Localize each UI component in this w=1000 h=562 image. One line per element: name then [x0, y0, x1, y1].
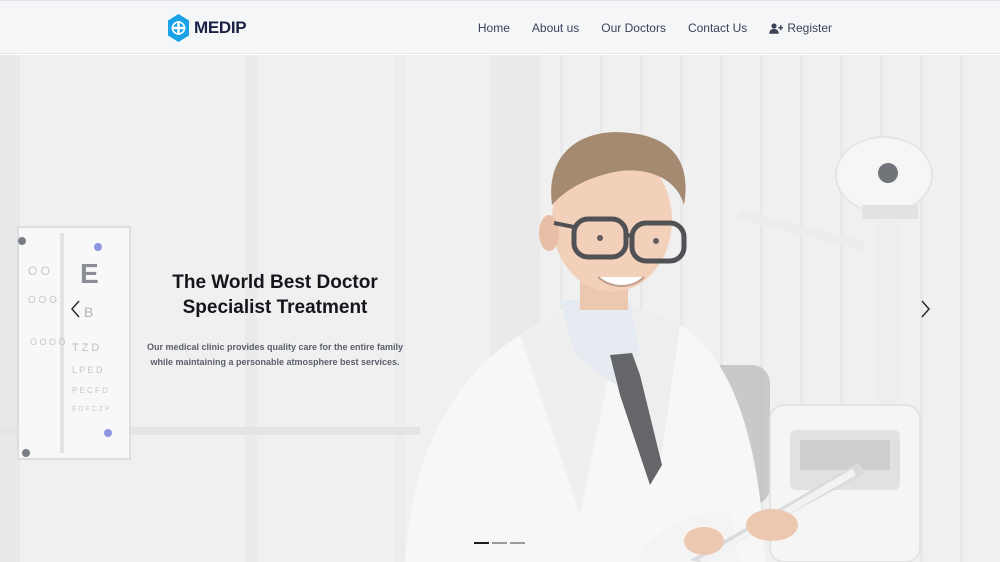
user-plus-icon — [769, 22, 784, 34]
carousel-indicator-3[interactable] — [510, 542, 525, 544]
brand-name: MEDIP — [194, 18, 247, 37]
hero-title-line-1: The World Best Doctor — [172, 272, 378, 293]
hero-caption: The World Best Doctor Specialist Treatme… — [140, 270, 410, 370]
medical-cross-hexagon-icon — [168, 14, 189, 42]
nav-our-doctors[interactable]: Our Doctors — [601, 21, 666, 35]
hero-title-line-2: Specialist Treatment — [182, 297, 368, 318]
chevron-right-icon — [921, 300, 930, 318]
nav-home[interactable]: Home — [478, 21, 510, 35]
hero-description-line-2: while maintaining a personable atmospher… — [150, 357, 400, 367]
carousel-indicator-2[interactable] — [492, 542, 507, 544]
carousel-next-button[interactable] — [915, 299, 935, 319]
brand-link[interactable]: MEDIP — [167, 13, 247, 43]
nav-register[interactable]: Register — [769, 21, 832, 35]
hero-description: Our medical clinic provides quality care… — [140, 340, 410, 370]
hero-description-line-1: Our medical clinic provides quality care… — [146, 342, 404, 352]
navbar: MEDIP Home About us Our Doctors Contact … — [0, 0, 1000, 54]
carousel-prev-button[interactable] — [66, 299, 86, 319]
chevron-left-icon — [71, 300, 80, 318]
nav-about-us[interactable]: About us — [532, 21, 579, 35]
main-nav: Home About us Our Doctors Contact Us Reg… — [478, 1, 832, 55]
hero-title: The World Best Doctor Specialist Treatme… — [140, 270, 410, 320]
nav-contact-us[interactable]: Contact Us — [688, 21, 747, 35]
hero-carousel: E O O O O O B O O O O T Z D L P E D P E … — [0, 55, 1000, 562]
register-label: Register — [787, 21, 832, 35]
carousel-indicator-1[interactable] — [474, 542, 489, 544]
carousel-indicators — [474, 542, 525, 544]
